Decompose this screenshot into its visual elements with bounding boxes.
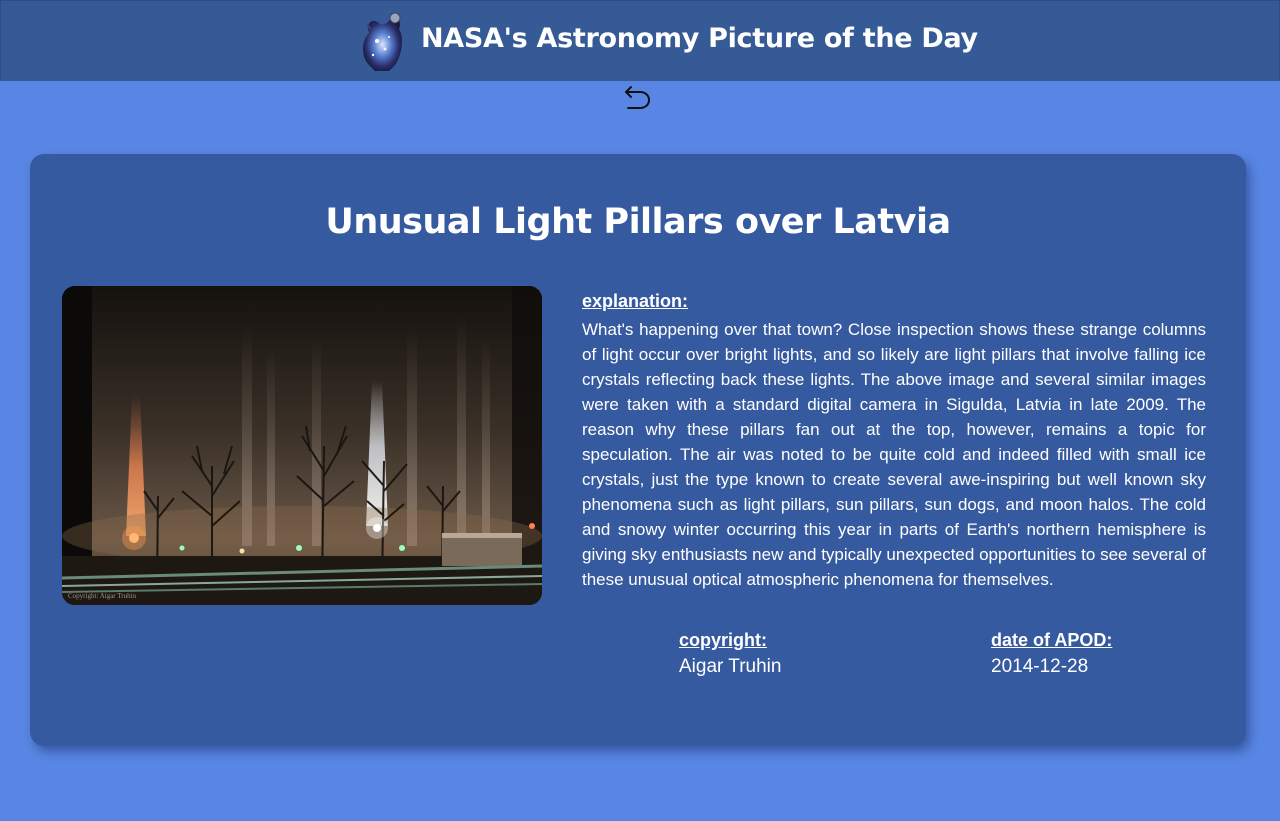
copyright-label: copyright: (679, 630, 767, 650)
image-watermark: Copyright: Aigar Truhin (68, 592, 137, 600)
date-value: 2014-12-28 (991, 656, 1089, 677)
date-label: date of APOD: (991, 630, 1113, 650)
apod-image: Copyright: Aigar Truhin (62, 286, 542, 605)
picture-title: Unusual Light Pillars over Latvia (325, 202, 951, 242)
astronaut-galaxy-logo-icon (355, 11, 407, 73)
explanation-text: What's happening over that town? Close i… (582, 320, 1206, 589)
undo-arrow-icon (625, 86, 651, 109)
copyright-value: Aigar Truhin (679, 656, 782, 677)
app-header: NASA's Astronomy Picture of the Day (0, 0, 1280, 81)
apod-card: Unusual Light Pillars over Latvia Copyri… (30, 154, 1246, 746)
explanation-label: explanation: (582, 291, 689, 311)
back-button[interactable] (622, 82, 654, 112)
app-title: NASA's Astronomy Picture of the Day (421, 23, 978, 54)
